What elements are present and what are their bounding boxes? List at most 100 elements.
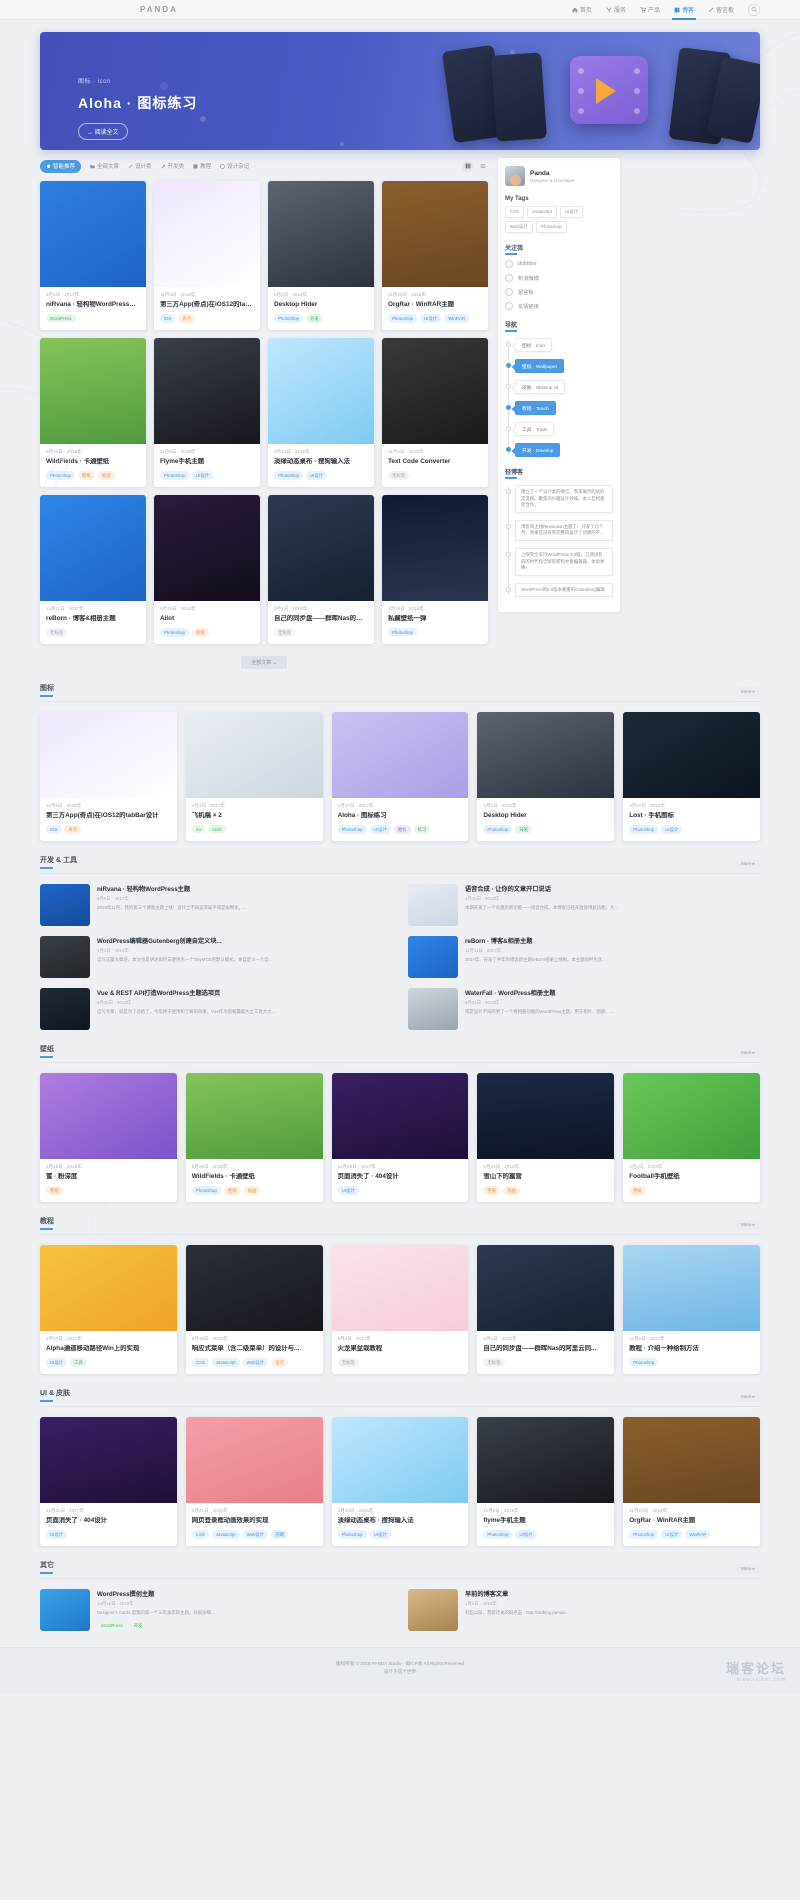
article-list-item[interactable]: 语音合成 · 让你的文章开口说话4月15日 · 2018年本期开发了一个有趣的新… bbox=[408, 884, 760, 926]
section-more-button[interactable]: More ▸ bbox=[736, 859, 760, 869]
article-card[interactable]: 11月20日 · 2015年OrgRar · WinRAR主题Photoshop… bbox=[623, 1417, 760, 1546]
sidebar-tag-chip[interactable]: Javascript bbox=[527, 206, 557, 218]
card-tag[interactable]: WinRAR bbox=[444, 314, 469, 323]
card-tag[interactable]: Photoshop bbox=[160, 471, 189, 480]
card-title[interactable]: niRvana · 轻构物WordPress主题 bbox=[46, 301, 140, 309]
sidebar-nav-item[interactable]: 开发 · Develop bbox=[515, 443, 613, 457]
card-title[interactable]: reBorn · 博客&相册主题 bbox=[46, 615, 140, 623]
card-tag[interactable]: CSS bbox=[192, 1530, 209, 1539]
list-item-title[interactable]: Vue & REST API打造WordPress主题选项页 bbox=[97, 988, 275, 997]
nav-item-blog[interactable]: 博客 bbox=[674, 0, 694, 20]
card-tag[interactable]: Photoshop bbox=[388, 314, 417, 323]
article-card[interactable]: 6月9日 · 2017年火龙果盆栽教程无标签 bbox=[332, 1245, 469, 1374]
list-item-title[interactable]: 早前的博客文章 bbox=[465, 1589, 570, 1598]
article-card[interactable]: 6月25日 · 2016年AilotPhotoshop壁纸 bbox=[154, 495, 260, 644]
card-tag[interactable]: UI设计 bbox=[46, 1358, 67, 1367]
filter-tab-design[interactable]: 设计类 bbox=[128, 162, 152, 170]
card-tag[interactable]: 壁纸 bbox=[78, 471, 95, 480]
card-title[interactable]: flyme手机主题 bbox=[483, 1517, 608, 1525]
article-card[interactable]: 11月5日 · 2018年Flyme手机主题PhotoshopUI设计 bbox=[154, 338, 260, 487]
card-tag[interactable]: 开发 bbox=[306, 314, 323, 323]
card-title[interactable]: OrgRar · WinRAR主题 bbox=[388, 301, 482, 309]
section-more-button[interactable]: More ▸ bbox=[736, 1392, 760, 1402]
card-tag[interactable]: 壁纸 bbox=[224, 1186, 241, 1195]
card-title[interactable]: Lost · 手机图标 bbox=[629, 812, 754, 820]
card-tag[interactable]: WordPress bbox=[46, 314, 76, 322]
article-card[interactable]: 11月20日 · 2015年OrgRar · WinRAR主题Photoshop… bbox=[382, 181, 488, 330]
card-title[interactable]: 网页登录框动画效果的实现 bbox=[192, 1517, 317, 1525]
article-card[interactable]: 2月27日 · 2017年Aloha · 图标练习PhotoshopUI设计图标… bbox=[332, 712, 469, 841]
article-card[interactable]: 11月25日 · 2017年页面消失了 · 404设计UI设计 bbox=[40, 1417, 177, 1546]
card-title[interactable]: 自己的同步盘——群晖Nas的阿里云... bbox=[274, 615, 368, 623]
card-tag[interactable]: UI设计 bbox=[661, 1530, 682, 1539]
section-more-button[interactable]: More ▸ bbox=[736, 1564, 760, 1574]
card-title[interactable]: 飞机稿 × 2 bbox=[192, 812, 317, 820]
sidebar-nav-item[interactable]: 皮肤 · Skins & UI bbox=[515, 380, 613, 394]
article-card[interactable]: 11月6日 · 2018年第三方App(奇点)在iOS12的tabBar设计iO… bbox=[154, 181, 260, 330]
card-tag[interactable]: 插画 bbox=[244, 1186, 261, 1195]
sidebar-tag-chip[interactable]: CSS bbox=[505, 206, 524, 218]
card-tag[interactable]: WinRAR bbox=[685, 1530, 710, 1539]
card-title[interactable]: Flyme手机主题 bbox=[160, 458, 254, 466]
card-tag[interactable]: Javascript bbox=[212, 1530, 240, 1539]
card-tag[interactable]: 壁纸 bbox=[46, 1186, 63, 1195]
article-list-item[interactable]: 早前的博客文章1月5日 · 2019年有些以前，若新迁关的旧点击 · http:… bbox=[408, 1589, 760, 1631]
article-list-item[interactable]: WordPress撰创主题10月16日 · 2018年Designer's Ca… bbox=[40, 1589, 392, 1631]
hot-article-item[interactable]: 上限完全支持WordPress 5.0版、已测试有的的时代和全新的新构文章编辑器… bbox=[515, 548, 613, 576]
card-tag[interactable]: Web设计 bbox=[243, 1530, 269, 1539]
list-item-title[interactable]: WordPress编辑器Gutenberg创建自定义块... bbox=[97, 936, 272, 945]
card-tag[interactable]: iOS bbox=[46, 825, 61, 834]
sidebar-tag-chip[interactable]: Photoshop bbox=[536, 221, 567, 233]
article-card[interactable]: 11月6日 · 2018年第三方App(奇点)在iOS12的tabBar设计iO… bbox=[40, 712, 177, 841]
nav-item-home[interactable]: 首页 bbox=[572, 0, 592, 20]
card-tag[interactable]: Photoshop bbox=[274, 314, 303, 323]
section-more-button[interactable]: More ▸ bbox=[736, 687, 760, 697]
card-tag[interactable]: tools bbox=[208, 825, 225, 833]
card-tag[interactable]: Photoshop bbox=[629, 1530, 658, 1539]
card-tag[interactable]: 开发 bbox=[130, 1622, 147, 1631]
list-item-title[interactable]: 语音合成 · 让你的文章开口说话 bbox=[465, 884, 618, 893]
nav-item-product[interactable]: 产品 bbox=[640, 0, 660, 20]
card-tag[interactable]: 壁纸 bbox=[192, 628, 209, 637]
follow-link[interactable]: ◦dribbble bbox=[505, 260, 613, 268]
card-title[interactable]: 响应式菜单（含二级菜单）的设计与... bbox=[192, 1345, 317, 1353]
sidebar-nav-item[interactable]: 工具 · Tools bbox=[515, 422, 613, 436]
card-tag[interactable]: Photoshop bbox=[483, 1530, 512, 1539]
article-card[interactable]: 6月25日 · 2018年蜜 · 粉深度壁纸 bbox=[40, 1073, 177, 1202]
list-item-title[interactable]: niRvana · 轻构物WordPress主题 bbox=[97, 884, 247, 893]
card-tag[interactable]: UI设计 bbox=[370, 1530, 391, 1539]
list-item-title[interactable]: WaterFall · WordPress相册主题 bbox=[465, 988, 613, 997]
card-tag[interactable]: UI设计 bbox=[420, 314, 441, 323]
hero-banner[interactable]: 图标 · icon Aloha · 图标练习 → 阅读全文 bbox=[40, 32, 760, 150]
filter-tab-notes[interactable]: 设计杂记 bbox=[220, 162, 249, 170]
article-card[interactable]: 5月2日 · 2016年Desktop HiderPhotoshop开发 bbox=[477, 712, 614, 841]
hot-article-item[interactable]: 建立了一个设计类的微信、而来展示的试的交流群。聚焦的兴趣设计领域、本人互相督促合… bbox=[515, 485, 613, 513]
card-tag[interactable]: Javascript bbox=[212, 1358, 240, 1367]
section-more-button[interactable]: More ▸ bbox=[736, 1048, 760, 1058]
article-card[interactable]: 6月25日 · 2016年雪山下的露营壁纸插画 bbox=[477, 1073, 614, 1202]
card-tag[interactable]: 工具 bbox=[70, 1358, 87, 1367]
article-card[interactable]: 11月2日 · 2017年教程 · 介绍一种绘制方法Photoshop bbox=[623, 1245, 760, 1374]
article-card[interactable]: 4月21日 · 2016年网页登录框动画效果的实现CSSJavascriptWe… bbox=[186, 1417, 323, 1546]
card-tag[interactable]: 无标签 bbox=[338, 1358, 359, 1367]
nav-item-guestbook[interactable]: 留言板 bbox=[708, 0, 734, 20]
card-tag[interactable]: 无标签 bbox=[46, 628, 67, 637]
card-tag[interactable]: UI设计 bbox=[370, 825, 391, 834]
list-item-title[interactable]: reBorn · 博客&相册主题 bbox=[465, 936, 606, 945]
list-view-button[interactable] bbox=[477, 161, 488, 172]
article-card[interactable]: 4月4日 · 2017年飞机稿 × 2icotools bbox=[186, 712, 323, 841]
card-title[interactable]: WildFields · 卡通壁纸 bbox=[46, 458, 140, 466]
card-tag[interactable]: 壁纸 bbox=[483, 1186, 500, 1195]
card-tag[interactable]: Web设计 bbox=[243, 1358, 269, 1367]
article-card[interactable]: 5月5日 · 2017年niRvana · 轻构物WordPress主题Word… bbox=[40, 181, 146, 330]
sidebar-tag-chip[interactable]: UI设计 bbox=[560, 206, 583, 218]
card-title[interactable]: 第三方App(奇点)在iOS12的tabBar设计 bbox=[160, 301, 254, 309]
card-tag[interactable]: UI设计 bbox=[306, 471, 327, 480]
filter-tab-tutorial[interactable]: 教程 bbox=[193, 162, 211, 170]
article-card[interactable]: 5月2日 · 2016年Desktop HiderPhotoshop开发 bbox=[268, 181, 374, 330]
card-tag[interactable]: 无标签 bbox=[274, 628, 295, 637]
article-card[interactable]: 5月1日 · 2016年自己的同步盘——群晖Nas的阿里云...无标签 bbox=[268, 495, 374, 644]
grid-view-button[interactable] bbox=[462, 161, 473, 172]
follow-link[interactable]: ◦友情链接 bbox=[505, 302, 613, 310]
article-card[interactable]: 5月1日 · 2016年自己的同步盘——群晖Nas的阿里云同...无标签 bbox=[477, 1245, 614, 1374]
